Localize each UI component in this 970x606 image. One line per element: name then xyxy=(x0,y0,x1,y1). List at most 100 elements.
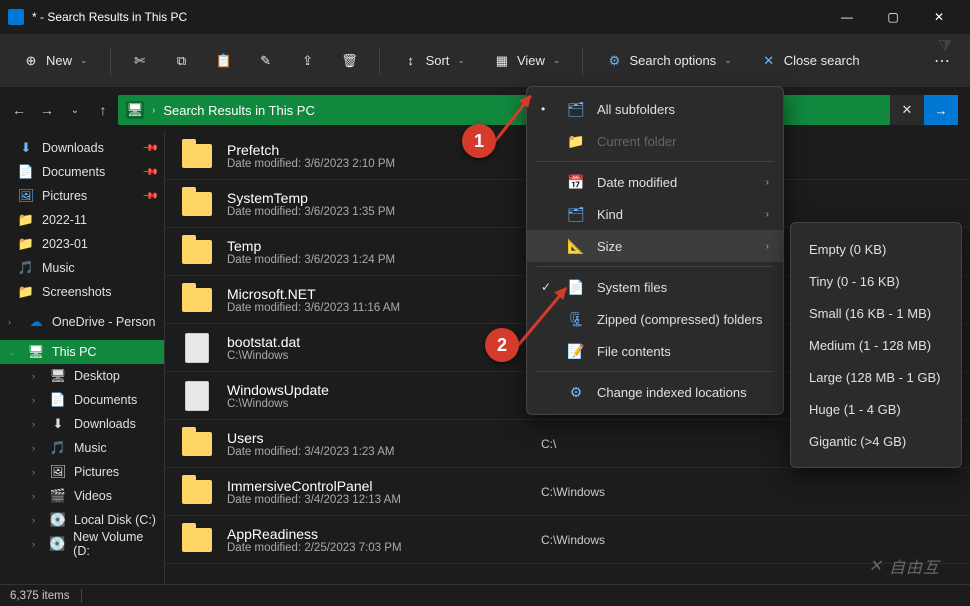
file-path: C:\Windows xyxy=(541,533,605,547)
clear-search-button[interactable]: ✕ xyxy=(890,95,924,125)
file-sub: Date modified: 3/6/2023 11:16 AM xyxy=(227,302,527,314)
delete-button[interactable]: 🗑 xyxy=(333,46,367,76)
panel-filter-icon[interactable]: ⧩ xyxy=(938,38,952,56)
share-button[interactable]: ⇪ xyxy=(291,46,325,76)
close-search-button[interactable]: ✕ Close search xyxy=(750,46,870,76)
zip-icon: 🗜 xyxy=(567,311,585,328)
caret-icon: › xyxy=(32,539,41,549)
size-option-5[interactable]: Huge (1 - 4 GB) xyxy=(791,393,961,425)
size-option-6[interactable]: Gigantic (>4 GB) xyxy=(791,425,961,457)
view-button[interactable]: ▦ View ⌄ xyxy=(483,46,571,76)
search-options-icon: ⚙ xyxy=(605,52,623,70)
recent-button[interactable]: ⌄ xyxy=(68,105,82,116)
caret-icon: › xyxy=(8,317,20,327)
sidebar-item-local-disk-c-[interactable]: ›💽Local Disk (C:) xyxy=(0,508,164,532)
sidebar-item-2022-11[interactable]: 📁2022-11 xyxy=(0,208,164,232)
search-go-button[interactable]: → xyxy=(924,95,958,125)
size-option-3[interactable]: Medium (1 - 128 MB) xyxy=(791,329,961,361)
size-option-1[interactable]: Tiny (0 - 16 KB) xyxy=(791,265,961,297)
sidebar-item-downloads[interactable]: ›⬇Downloads xyxy=(0,412,164,436)
sidebar-item-documents[interactable]: ›📄Documents xyxy=(0,388,164,412)
menu-all-subfolders[interactable]: • 🗂 All subfolders xyxy=(527,93,783,125)
file-row[interactable]: AppReadinessDate modified: 2/25/2023 7:0… xyxy=(165,516,970,564)
copy-button[interactable]: ⧉ xyxy=(165,46,199,76)
size-option-4[interactable]: Large (128 MB - 1 GB) xyxy=(791,361,961,393)
sort-button[interactable]: ↕ Sort ⌄ xyxy=(392,46,475,76)
maximize-button[interactable]: ▢ xyxy=(870,0,916,34)
share-icon: ⇪ xyxy=(299,52,317,70)
up-button[interactable]: ↑ xyxy=(96,102,110,118)
minimize-button[interactable]: — xyxy=(824,0,870,34)
rename-icon: ✎ xyxy=(257,52,275,70)
scissors-icon: ✄ xyxy=(131,52,149,70)
paste-button[interactable]: 📋 xyxy=(207,46,241,76)
sidebar-item-music[interactable]: 🎵Music xyxy=(0,256,164,280)
sort-icon: ↕ xyxy=(402,52,420,70)
folder-icon xyxy=(182,240,212,264)
file-name: Users xyxy=(227,430,527,446)
file-name: WindowsUpdate xyxy=(227,382,527,398)
sidebar-item-pictures[interactable]: 🖼Pictures📌 xyxy=(0,184,164,208)
menu-size[interactable]: 📐 Size › xyxy=(527,230,783,262)
search-options-menu: • 🗂 All subfolders 📁 Current folder 📅 Da… xyxy=(526,86,784,415)
sidebar-onedrive[interactable]: ›☁OneDrive - Person xyxy=(0,310,164,334)
folder-icon: 🖼 xyxy=(18,188,34,204)
sort-label: Sort xyxy=(426,53,450,68)
size-option-2[interactable]: Small (16 KB - 1 MB) xyxy=(791,297,961,329)
pin-icon: 📌 xyxy=(141,140,158,157)
caret-icon: › xyxy=(32,419,42,429)
sidebar-item-downloads[interactable]: ⬇Downloads📌 xyxy=(0,136,164,160)
menu-date-modified[interactable]: 📅 Date modified › xyxy=(527,166,783,198)
plus-icon: ⊕ xyxy=(22,52,40,70)
sidebar-item-music[interactable]: ›🎵Music xyxy=(0,436,164,460)
sidebar-item-desktop[interactable]: ›🖥Desktop xyxy=(0,364,164,388)
folder-icon: ⬇ xyxy=(18,140,34,156)
folder-icon xyxy=(182,192,212,216)
annotation-marker-1: 1 xyxy=(462,124,496,158)
chevron-right-icon: › xyxy=(766,209,769,220)
folder-icon: 📄 xyxy=(18,164,34,180)
rename-button[interactable]: ✎ xyxy=(249,46,283,76)
separator xyxy=(81,589,82,603)
sidebar-item-documents[interactable]: 📄Documents📌 xyxy=(0,160,164,184)
file-sub: C:\Windows xyxy=(227,350,527,362)
sidebar-this-pc[interactable]: ⌄🖥This PC xyxy=(0,340,164,364)
view-label: View xyxy=(517,53,545,68)
search-options-button[interactable]: ⚙ Search options ⌄ xyxy=(595,46,741,76)
menu-separator xyxy=(537,371,773,372)
forward-button[interactable]: → xyxy=(40,102,54,118)
sidebar-item-2023-01[interactable]: 📁2023-01 xyxy=(0,232,164,256)
menu-file-contents[interactable]: 📝 File contents xyxy=(527,335,783,367)
watermark: ✕ 自由互 xyxy=(869,554,940,578)
sidebar-item-new-volume-d-[interactable]: ›💽New Volume (D: xyxy=(0,532,164,556)
file-sub: Date modified: 3/4/2023 1:23 AM xyxy=(227,446,527,458)
file-name: Temp xyxy=(227,238,527,254)
menu-kind[interactable]: 🗂 Kind › xyxy=(527,198,783,230)
sidebar-item-screenshots[interactable]: 📁Screenshots xyxy=(0,280,164,304)
sidebar-item-videos[interactable]: ›🎬Videos xyxy=(0,484,164,508)
cut-button[interactable]: ✄ xyxy=(123,46,157,76)
caret-icon: › xyxy=(32,515,42,525)
caret-icon: ⌄ xyxy=(8,347,20,358)
menu-zipped[interactable]: 🗜 Zipped (compressed) folders xyxy=(527,303,783,335)
chevron-down-icon: ⌄ xyxy=(724,55,732,66)
annotation-marker-2: 2 xyxy=(485,328,519,362)
menu-separator xyxy=(537,161,773,162)
back-button[interactable]: ← xyxy=(12,102,26,118)
menu-change-indexed[interactable]: ⚙ Change indexed locations xyxy=(527,376,783,408)
caret-icon: › xyxy=(32,491,42,501)
close-button[interactable]: ✕ xyxy=(916,0,962,34)
file-sub: Date modified: 3/6/2023 2:10 PM xyxy=(227,158,527,170)
size-option-0[interactable]: Empty (0 KB) xyxy=(791,233,961,265)
file-row[interactable]: ImmersiveControlPanelDate modified: 3/4/… xyxy=(165,468,970,516)
new-button[interactable]: ⊕ New ⌄ xyxy=(12,46,98,76)
chevron-down-icon: ⌄ xyxy=(457,55,465,66)
sidebar: ⬇Downloads📌📄Documents📌🖼Pictures📌📁2022-11… xyxy=(0,132,165,584)
search-options-label: Search options xyxy=(629,53,716,68)
file-sub: Date modified: 3/6/2023 1:35 PM xyxy=(227,206,527,218)
item-icon: 📄 xyxy=(50,392,66,408)
sidebar-item-pictures[interactable]: ›🖼Pictures xyxy=(0,460,164,484)
item-icon: 🖥 xyxy=(50,368,66,384)
app-icon xyxy=(8,9,24,25)
folder-icon xyxy=(182,528,212,552)
